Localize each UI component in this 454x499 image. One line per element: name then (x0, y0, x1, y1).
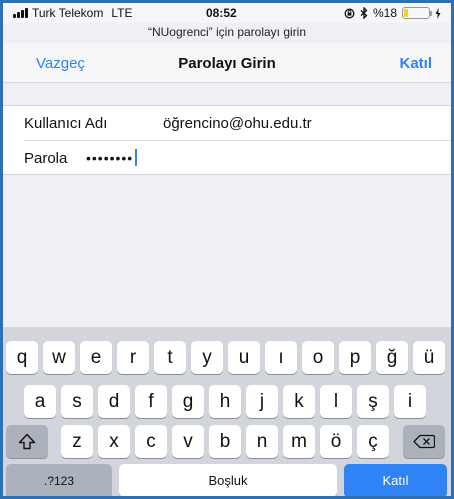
shift-key[interactable] (6, 425, 48, 458)
login-form: Kullanıcı Adı öğrencino@ohu.edu.tr Parol… (3, 105, 451, 175)
join-button[interactable]: Katıl (399, 55, 432, 72)
key-q[interactable]: q (6, 341, 38, 374)
key-o[interactable]: o (302, 341, 334, 374)
page-title: Parolayı Girin (178, 55, 276, 72)
battery-percent: %18 (372, 6, 397, 20)
backspace-icon (413, 434, 435, 449)
numbers-key[interactable]: .?123 (6, 464, 112, 496)
key-y[interactable]: y (191, 341, 223, 374)
key-a[interactable]: a (24, 385, 56, 418)
battery-level (404, 9, 409, 17)
username-row[interactable]: Kullanıcı Adı öğrencino@ohu.edu.tr (3, 106, 451, 140)
key-s[interactable]: s (61, 385, 93, 418)
key-j[interactable]: j (246, 385, 278, 418)
charging-icon (435, 7, 441, 19)
bluetooth-icon (360, 7, 368, 19)
key-m[interactable]: m (283, 425, 315, 458)
delete-key[interactable] (403, 425, 445, 458)
keyboard: q w e r t y u ı o p ğ ü a s d f g h j k … (3, 327, 451, 496)
key-o-umlaut[interactable]: ö (320, 425, 352, 458)
screen-frame: Turk Telekom LTE 08:52 %18 “NUogrenci” i… (0, 0, 454, 499)
network-prompt: “NUogrenci” için parolayı girin (147, 25, 307, 39)
nav-bar: Vazgeç Parolayı Girin Katıl (3, 43, 451, 83)
text-cursor (135, 149, 138, 166)
username-field[interactable]: öğrencino@ohu.edu.tr (163, 115, 312, 132)
status-right: %18 (344, 6, 441, 20)
key-x[interactable]: x (98, 425, 130, 458)
status-bar: Turk Telekom LTE 08:52 %18 (3, 3, 451, 23)
key-i[interactable]: i (394, 385, 426, 418)
password-label: Parola (24, 150, 68, 167)
key-e[interactable]: e (80, 341, 112, 374)
return-join-key[interactable]: Katıl (344, 464, 447, 496)
key-h[interactable]: h (209, 385, 241, 418)
key-t[interactable]: t (154, 341, 186, 374)
key-n[interactable]: n (246, 425, 278, 458)
signal-icon (13, 8, 28, 18)
key-u[interactable]: u (228, 341, 260, 374)
network-type: LTE (111, 6, 133, 20)
key-u-umlaut[interactable]: ü (413, 341, 445, 374)
key-f[interactable]: f (135, 385, 167, 418)
lock-rotation-icon (344, 8, 355, 18)
key-w[interactable]: w (43, 341, 75, 374)
status-left: Turk Telekom LTE (13, 6, 132, 20)
key-v[interactable]: v (172, 425, 204, 458)
password-dots: •••••••• (86, 149, 134, 166)
space-key[interactable]: Boşluk (119, 464, 337, 496)
clock: 08:52 (206, 6, 237, 20)
password-field[interactable]: •••••••• (86, 149, 138, 166)
key-g[interactable]: g (172, 385, 204, 418)
key-g-breve[interactable]: ğ (376, 341, 408, 374)
key-k[interactable]: k (283, 385, 315, 418)
key-dotless-i[interactable]: ı (265, 341, 297, 374)
key-c[interactable]: c (135, 425, 167, 458)
username-label: Kullanıcı Adı (24, 115, 108, 132)
carrier-name: Turk Telekom (32, 6, 104, 20)
key-b[interactable]: b (209, 425, 241, 458)
key-p[interactable]: p (339, 341, 371, 374)
key-z[interactable]: z (61, 425, 93, 458)
key-l[interactable]: l (320, 385, 352, 418)
key-r[interactable]: r (117, 341, 149, 374)
key-d[interactable]: d (98, 385, 130, 418)
battery-icon (402, 7, 432, 19)
key-c-cedilla[interactable]: ç (357, 425, 389, 458)
shift-icon (18, 433, 36, 450)
key-s-cedilla[interactable]: ş (357, 385, 389, 418)
password-row[interactable]: Parola •••••••• (24, 140, 451, 174)
